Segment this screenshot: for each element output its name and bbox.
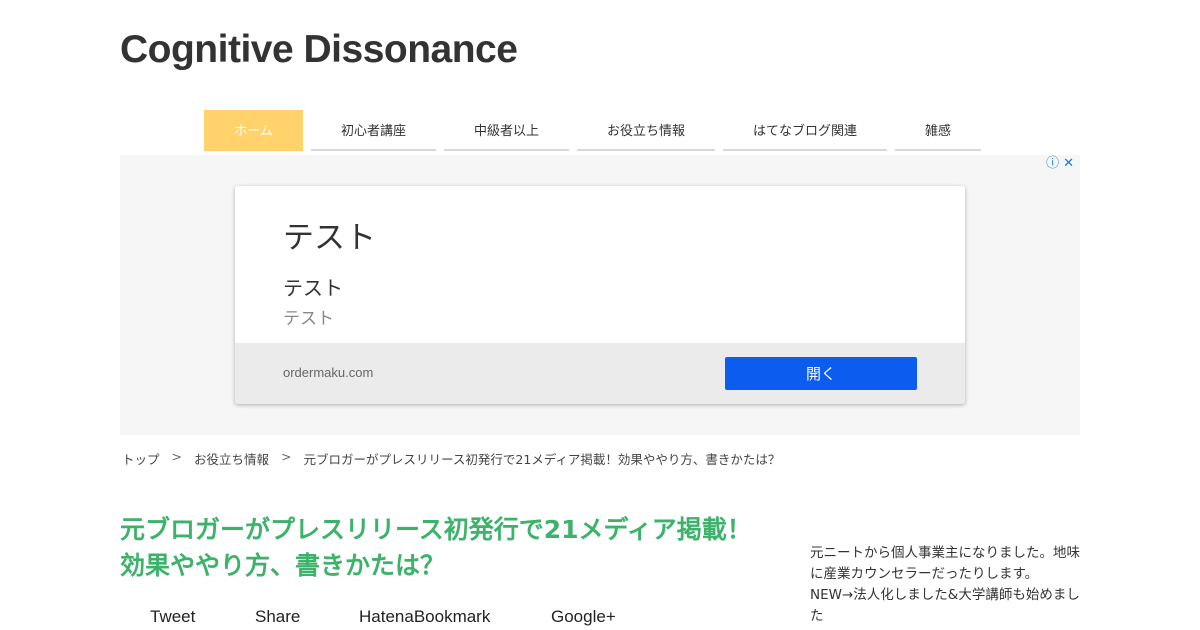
ad-controls: ⓘ ✕: [1046, 157, 1074, 171]
breadcrumb-separator: >: [281, 449, 292, 464]
ad-domain: ordermaku.com: [283, 365, 374, 380]
hatena-bookmark-button[interactable]: HatenaBookmark: [359, 607, 551, 627]
ad-banner: ⓘ ✕ テスト テスト テスト ordermaku.com 開く: [120, 155, 1080, 435]
post-title: 元ブロガーがプレスリリース初発行で21メディア掲載！効果ややり方、書きかたは？: [120, 515, 752, 580]
global-nav: ホーム 初心者講座 中級者以上 お役立ち情報 はてなブログ関連 雑感: [0, 110, 1200, 152]
nav-item-advanced[interactable]: 中級者以上: [444, 110, 569, 151]
nav-item-useful-info[interactable]: お役立ち情報: [577, 110, 715, 151]
breadcrumb-separator: >: [171, 449, 182, 464]
google-plus-button[interactable]: Google+: [551, 607, 616, 627]
breadcrumb-current: 元ブロガーがプレスリリース初発行で21メディア掲載！効果ややり方、書きかたは？: [303, 452, 781, 467]
facebook-share-button[interactable]: Share: [255, 607, 359, 627]
share-bar: Tweet Share HatenaBookmark Google+: [150, 607, 616, 627]
nav-item-home[interactable]: ホーム: [204, 110, 303, 151]
nav-item-hatena-blog[interactable]: はてなブログ関連: [723, 110, 887, 151]
ad-headline: テスト: [283, 220, 376, 256]
ad-close-icon[interactable]: ✕: [1063, 157, 1074, 171]
site-title[interactable]: Cognitive Dissonance: [120, 28, 518, 72]
nav-item-misc[interactable]: 雑感: [895, 110, 981, 151]
breadcrumb: トップ > お役立ち情報 > 元ブロガーがプレスリリース初発行で21メディア掲載…: [122, 449, 780, 468]
ad-subheadline: テスト: [283, 276, 343, 300]
breadcrumb-top[interactable]: トップ: [122, 449, 160, 468]
ad-card[interactable]: テスト テスト テスト ordermaku.com 開く: [235, 186, 965, 404]
sidebar-profile-bio: 元ニートから個人事業主になりました。地味に産業カウンセラーだったりします。NEW…: [810, 545, 1080, 624]
ad-footer: ordermaku.com 開く: [235, 343, 965, 404]
nav-item-beginner[interactable]: 初心者講座: [311, 110, 436, 151]
ad-description: テスト: [283, 309, 334, 329]
ad-open-button[interactable]: 開く: [725, 357, 917, 390]
tweet-button[interactable]: Tweet: [150, 607, 255, 627]
breadcrumb-category[interactable]: お役立ち情報: [194, 449, 269, 468]
ad-info-icon[interactable]: ⓘ: [1046, 157, 1059, 171]
